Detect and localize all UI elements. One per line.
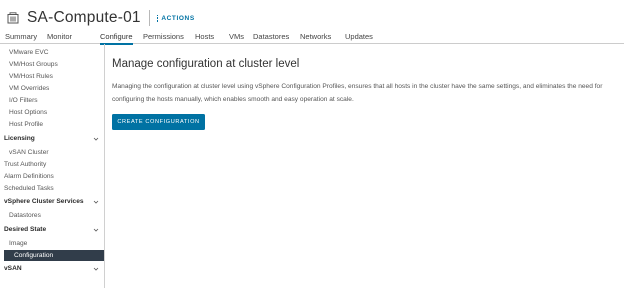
sidebar-item-host-options[interactable]: Host Options	[9, 109, 47, 116]
content-heading: Manage configuration at cluster level	[112, 58, 300, 70]
page-title: SA-Compute-01	[27, 9, 141, 26]
cluster-icon	[5, 10, 21, 26]
configuration-content: Manage configuration at cluster level Ma…	[112, 44, 624, 288]
content-description: Managing the configuration at cluster le…	[112, 83, 603, 103]
tab-monitor[interactable]: Monitor	[47, 32, 72, 44]
tab-vms[interactable]: VMs	[229, 32, 244, 44]
chevron-down-icon[interactable]	[93, 266, 99, 272]
sidebar-item-vm-host-groups[interactable]: VM/Host Groups	[9, 61, 58, 68]
sidebar-item-vm-overrides[interactable]: VM Overrides	[9, 85, 49, 92]
tab-updates[interactable]: Updates	[345, 32, 373, 44]
sidebar-item-host-profile[interactable]: Host Profile	[9, 121, 43, 128]
sidebar-group-vsan[interactable]: vSAN	[4, 265, 22, 272]
sidebar-item-configuration[interactable]: Configuration	[4, 250, 104, 261]
create-configuration-button[interactable]: CREATE CONFIGURATION	[112, 114, 205, 130]
vertical-ellipsis-icon	[156, 14, 159, 22]
object-header: SA-Compute-01 ACTIONS Summary Monitor Co…	[0, 0, 624, 45]
object-tabs: Summary Monitor Configure Permissions Ho…	[0, 28, 624, 45]
sidebar-group-vsphere-cluster-services[interactable]: vSphere Cluster Services	[4, 198, 84, 205]
sidebar-item-io-filters[interactable]: I/O Filters	[9, 97, 38, 104]
configure-sidebar: VMware EVC VM/Host Groups VM/Host Rules …	[0, 44, 105, 288]
actions-menu-button[interactable]: ACTIONS	[156, 14, 195, 22]
sidebar-item-image[interactable]: Image	[9, 240, 27, 247]
sidebar-item-vm-host-rules[interactable]: VM/Host Rules	[9, 73, 53, 80]
actions-label: ACTIONS	[161, 14, 195, 22]
title-row: SA-Compute-01 ACTIONS	[5, 8, 195, 28]
tab-permissions[interactable]: Permissions	[143, 32, 184, 44]
sidebar-item-vmware-evc[interactable]: VMware EVC	[9, 49, 49, 56]
sidebar-item-trust-authority[interactable]: Trust Authority	[4, 161, 46, 168]
title-divider	[148, 10, 150, 26]
chevron-down-icon[interactable]	[93, 136, 99, 142]
sidebar-group-licensing[interactable]: Licensing	[4, 135, 35, 142]
tab-networks[interactable]: Networks	[300, 32, 331, 44]
sidebar-item-datastores[interactable]: Datastores	[9, 212, 41, 219]
tab-configure[interactable]: Configure	[100, 32, 133, 45]
chevron-down-icon[interactable]	[93, 199, 99, 205]
sidebar-item-vsan-cluster[interactable]: vSAN Cluster	[9, 149, 49, 156]
tab-hosts[interactable]: Hosts	[195, 32, 214, 44]
sidebar-item-alarm-definitions[interactable]: Alarm Definitions	[4, 173, 54, 180]
tab-summary[interactable]: Summary	[5, 32, 37, 44]
sidebar-group-desired-state[interactable]: Desired State	[4, 226, 46, 233]
sidebar-item-label: Configuration	[14, 252, 54, 259]
sidebar-item-scheduled-tasks[interactable]: Scheduled Tasks	[4, 185, 54, 192]
tab-datastores[interactable]: Datastores	[253, 32, 289, 44]
chevron-down-icon[interactable]	[93, 227, 99, 233]
